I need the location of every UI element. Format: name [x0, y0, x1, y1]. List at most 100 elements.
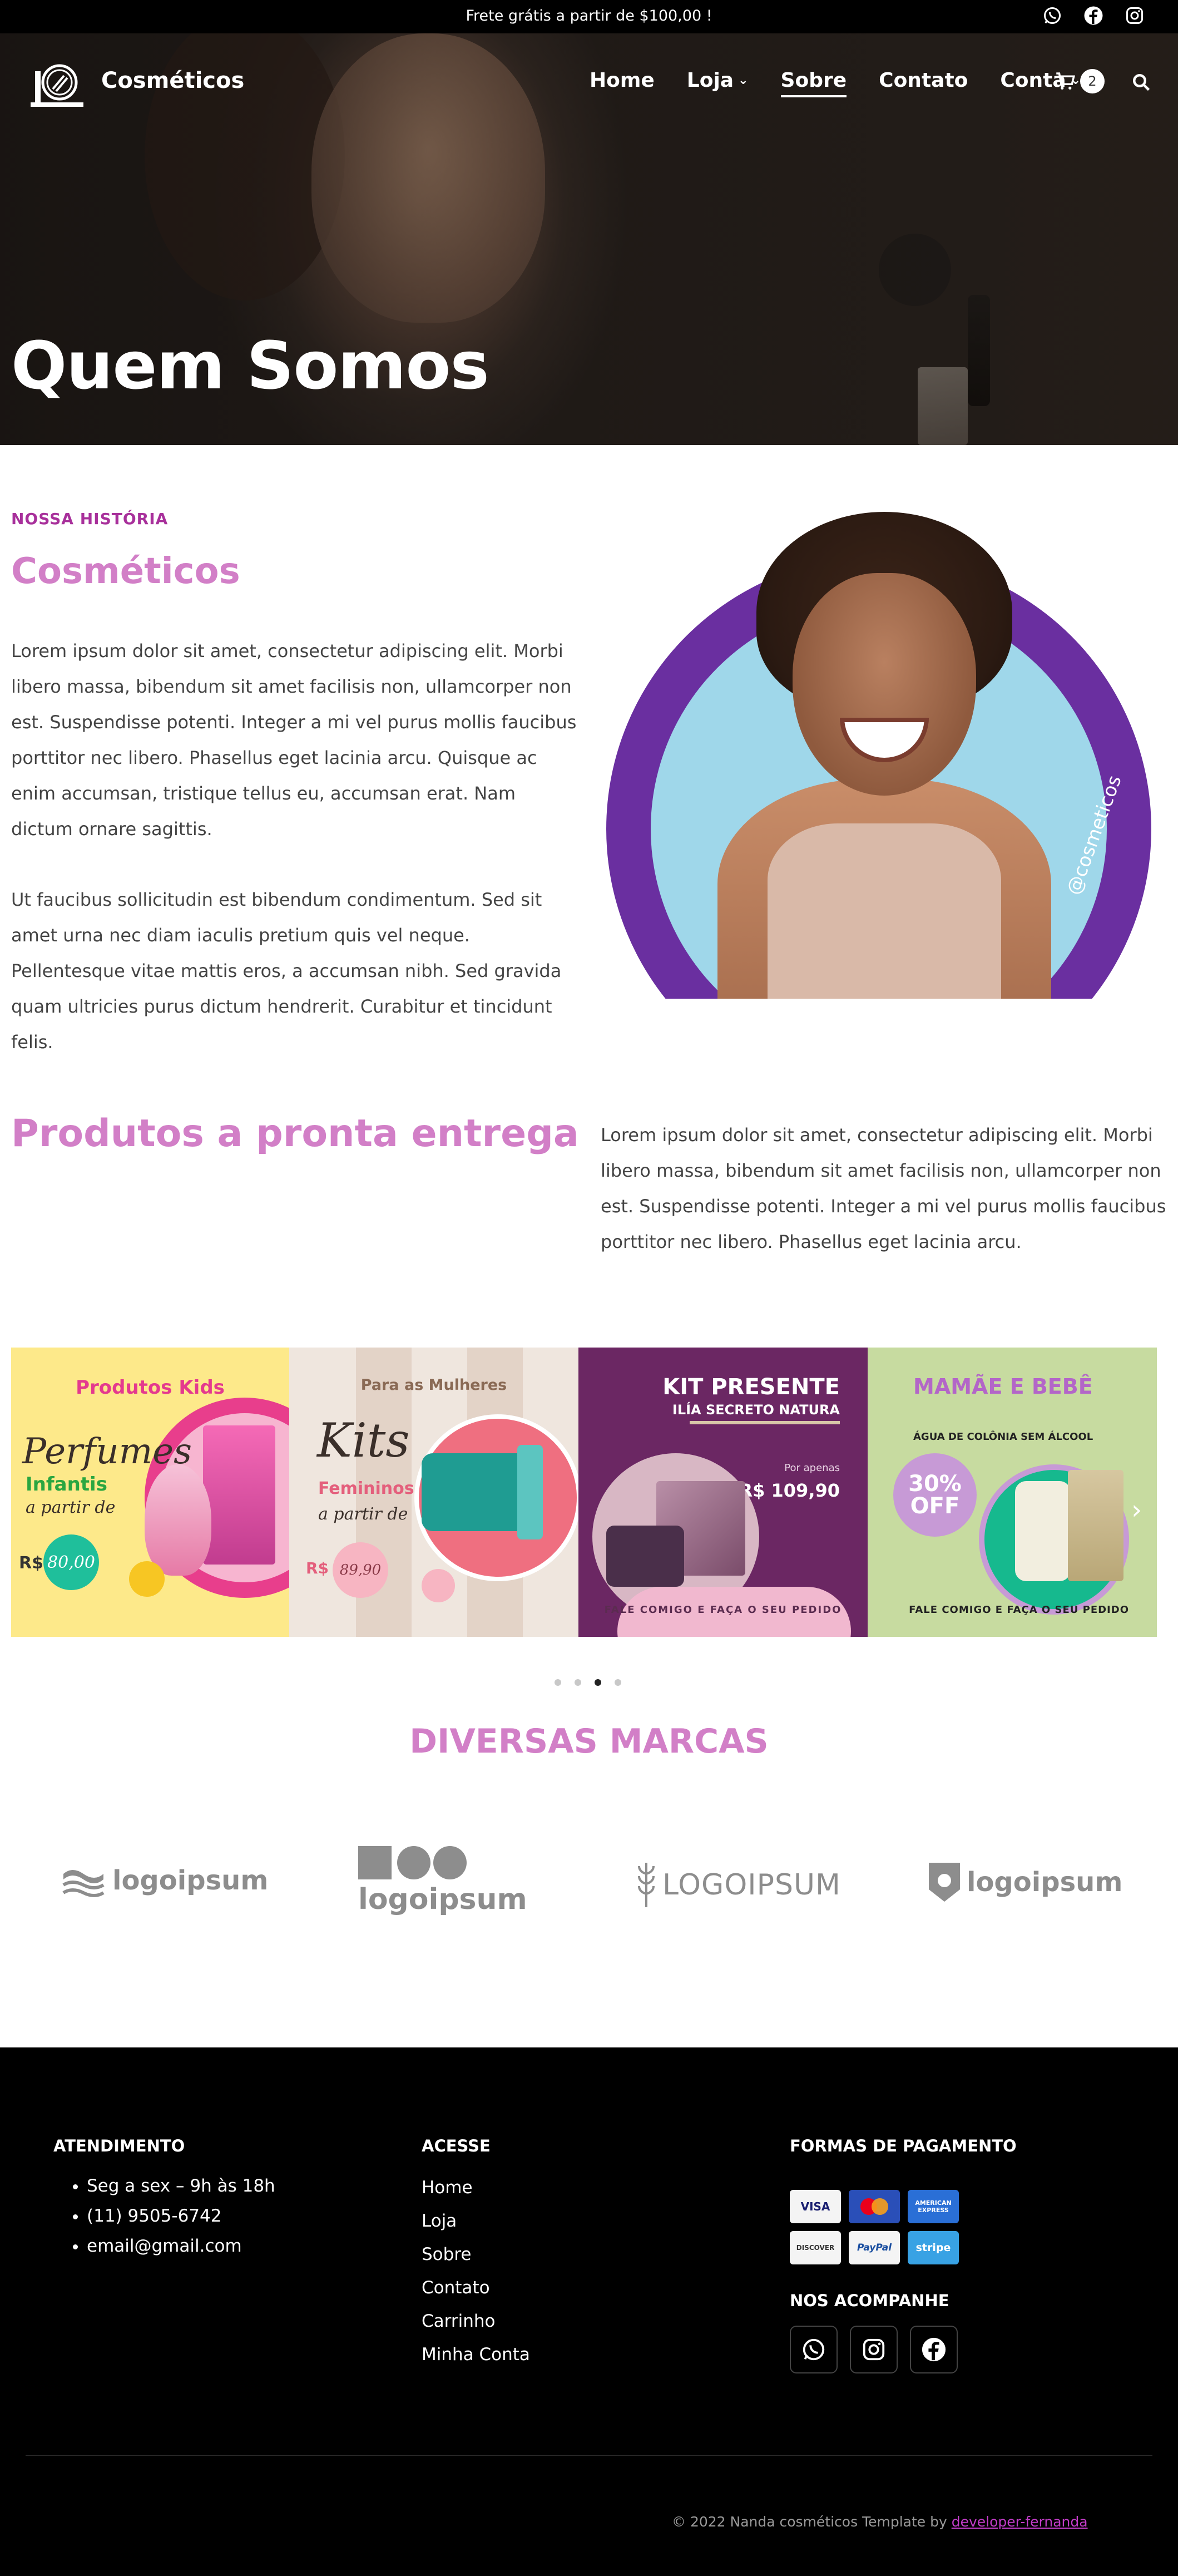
slide-women-sub: Femininos [318, 1479, 414, 1498]
mastercard-circles [860, 2198, 888, 2215]
slide-kids-currency: R$ [19, 1553, 43, 1573]
carousel-dot[interactable] [615, 1679, 621, 1686]
discover-card-icon: DISCOVER [790, 2231, 841, 2264]
carousel-dot-active[interactable] [595, 1679, 601, 1686]
footer-link-contato[interactable]: Contato [422, 2271, 530, 2304]
promo-text: Frete grátis a partir de $100,00 ! [466, 7, 712, 24]
credit-link[interactable]: developer-fernanda [952, 2514, 1088, 2530]
nav-contato-label: Contato [879, 69, 968, 92]
products-description: Lorem ipsum dolor sit amet, consectetur … [601, 1124, 1166, 1252]
instagram-icon[interactable] [1125, 6, 1145, 26]
site-footer: ATENDIMENTO Seg a sex – 9h às 18h (11) 9… [0, 2047, 1178, 2576]
nav-home[interactable]: Home [590, 69, 655, 92]
main-nav: Home Loja ⌄ Sobre Contato Conta ⌄ [590, 69, 1113, 97]
stripe-card-icon: stripe [908, 2231, 959, 2264]
portrait-frame: @cosmeticos [606, 512, 1151, 999]
mastercard-card-icon [849, 2190, 900, 2223]
carousel-pagination [555, 1679, 621, 1686]
footer-link-minha-conta[interactable]: Minha Conta [422, 2338, 530, 2371]
footer-instagram-button[interactable] [850, 2326, 898, 2373]
nav-home-label: Home [590, 69, 655, 92]
slide-women-currency: R$ [306, 1559, 329, 1577]
slide-gift-heading: KIT PRESENTE [662, 1374, 840, 1400]
slide-kids-dot [129, 1561, 165, 1597]
carousel-dot[interactable] [575, 1679, 581, 1686]
slide-baby-discount-badge: 30% OFF [893, 1453, 977, 1537]
wave-logo-icon [62, 1870, 105, 1897]
chevron-down-icon: ⌄ [738, 73, 749, 87]
nav-loja-label: Loja [686, 69, 734, 92]
slide-women-dot [422, 1569, 455, 1602]
whatsapp-icon[interactable] [1042, 6, 1062, 26]
slide-baby-sub: ÁGUA DE COLÔNIA SEM ÁLCOOL [913, 1431, 1093, 1443]
list-item: Seg a sex – 9h às 18h [87, 2171, 275, 2201]
amex-card-icon: AMERICAN EXPRESS [908, 2190, 959, 2223]
brand-logo-1: logoipsum [61, 1863, 268, 1898]
footer-link-carrinho[interactable]: Carrinho [422, 2304, 530, 2338]
shield-logo-icon [929, 1863, 960, 1902]
nav-contato[interactable]: Contato [879, 69, 968, 92]
slide-baby[interactable]: MAMÃE E BEBÊ ÁGUA DE COLÔNIA SEM ÁLCOOL … [868, 1348, 1157, 1637]
nav-sobre[interactable]: Sobre [780, 69, 847, 97]
footer-payments: FORMAS DE PAGAMENTO VISA AMERICAN EXPRES… [790, 2136, 1017, 2373]
brands-title: DIVERSAS MARCAS [409, 1722, 769, 1761]
slide-gift-sub: ILÍA SECRETO NATURA [672, 1402, 840, 1418]
brand-logo-1-text: logoipsum [112, 1865, 269, 1896]
brand-logo-2: logoipsum [358, 1846, 527, 1916]
list-item: (11) 9505-6742 [87, 2201, 275, 2231]
slide-women[interactable]: Para as Mulheres Kits Femininos a partir… [289, 1348, 578, 1637]
footer-link-home[interactable]: Home [422, 2171, 530, 2204]
footer-divider [26, 2455, 1152, 2456]
top-social-links [1042, 6, 1145, 26]
slide-gift-price: R$ 109,90 [739, 1480, 840, 1501]
footer-follow-heading: NOS ACOMPANHE [790, 2291, 949, 2310]
slide-gift-divider [690, 1421, 840, 1424]
cart-button[interactable]: 2 [1053, 69, 1105, 93]
carousel-next-chevron-icon[interactable]: › [1131, 1494, 1142, 1526]
top-bar: Frete grátis a partir de $100,00 ! [0, 0, 1178, 33]
slide-kids-sub: Infantis [26, 1473, 107, 1496]
slide-gift-label: Por apenas [784, 1462, 840, 1474]
about-title: Cosméticos [11, 551, 240, 592]
slide-kids-heading: Produtos Kids [76, 1376, 225, 1399]
brand-logo-4: logoipsum [929, 1863, 1122, 1902]
brand-logo-4-text: logoipsum [967, 1867, 1123, 1898]
wheat-logo-icon [638, 1863, 655, 1907]
list-item: email@gmail.com [87, 2231, 275, 2261]
portrait-face [793, 573, 976, 796]
slide-women-tube [517, 1445, 543, 1539]
footer-facebook-button[interactable] [910, 2326, 958, 2373]
footer-social-links [790, 2326, 1017, 2373]
slide-kids[interactable]: Produtos Kids Perfumes Infantis a partir… [11, 1348, 289, 1637]
logo-mirror-icon[interactable] [25, 60, 86, 110]
visa-card-icon: VISA [790, 2190, 841, 2223]
cart-icon [1056, 72, 1075, 90]
nav-loja[interactable]: Loja ⌄ [687, 69, 749, 92]
carousel-dot[interactable] [555, 1679, 561, 1686]
footer-whatsapp-button[interactable] [790, 2326, 838, 2373]
brand-logo-3: LOGOIPSUM [637, 1863, 841, 1907]
footer-links: ACESSE Home Loja Sobre Contato Carrinho … [422, 2136, 530, 2371]
slide-baby-cta: FALE COMIGO E FAÇA O SEU PEDIDO [909, 1604, 1129, 1616]
instagram-icon [863, 2338, 885, 2361]
footer-attendance-heading: ATENDIMENTO [53, 2136, 185, 2155]
search-icon[interactable] [1131, 72, 1151, 92]
slide-kids-bottle [145, 1464, 211, 1576]
slide-women-heading: Para as Mulheres [360, 1376, 507, 1394]
brand-name[interactable]: Cosméticos [101, 68, 244, 93]
footer-links-heading: ACESSE [422, 2136, 491, 2155]
footer-link-loja[interactable]: Loja [422, 2204, 530, 2238]
payment-methods: VISA AMERICAN EXPRESS DISCOVER PayPal st… [790, 2190, 1017, 2264]
product-carousel[interactable]: Produtos Kids Perfumes Infantis a partir… [11, 1348, 1157, 1637]
shapes-logo-icon [358, 1846, 467, 1879]
slide-gift-kit[interactable]: KIT PRESENTE ILÍA SECRETO NATURA Por ape… [578, 1348, 868, 1637]
footer-link-sobre[interactable]: Sobre [422, 2238, 530, 2271]
slide-women-case [422, 1453, 533, 1531]
page-title: Quem Somos [11, 327, 489, 404]
facebook-icon [922, 2337, 946, 2362]
slide-women-price: 89,90 [333, 1542, 388, 1598]
facebook-icon[interactable] [1083, 6, 1103, 26]
nav-sobre-label: Sobre [780, 69, 847, 92]
slide-gift-cta: FALE COMIGO E FAÇA O SEU PEDIDO [604, 1604, 842, 1616]
slide-kids-price: 80,00 [43, 1534, 99, 1590]
